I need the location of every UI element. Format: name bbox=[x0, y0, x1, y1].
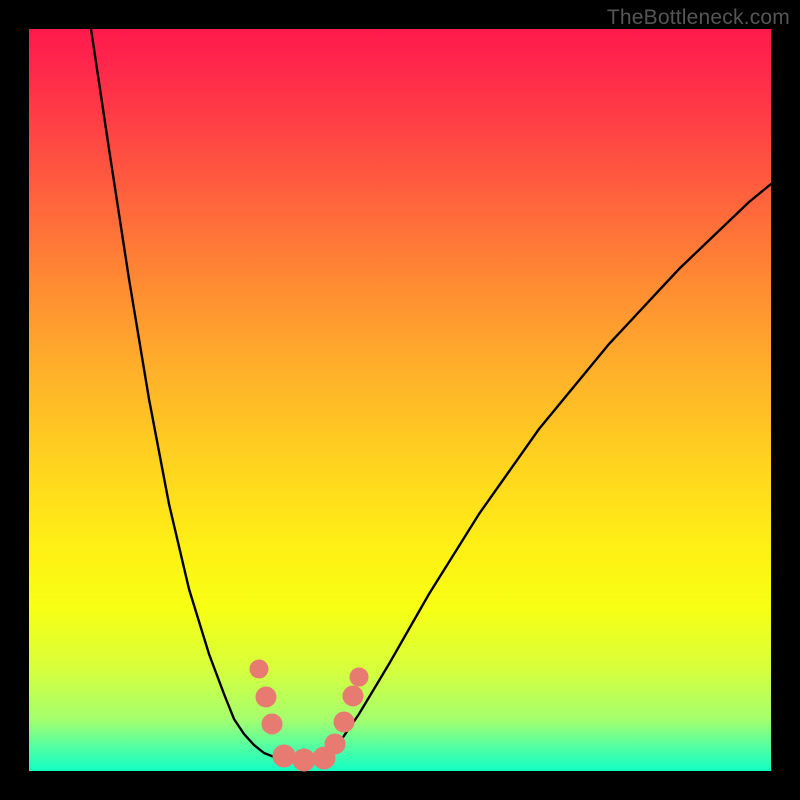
plot-area bbox=[29, 29, 771, 771]
curve-marker bbox=[273, 745, 295, 767]
curve-marker bbox=[350, 668, 368, 686]
curve-marker bbox=[334, 712, 354, 732]
curve-marker bbox=[256, 687, 276, 707]
watermark-text: TheBottleneck.com bbox=[607, 6, 790, 30]
curve-marker bbox=[262, 714, 282, 734]
curve-marker bbox=[343, 686, 363, 706]
curve-marker bbox=[250, 660, 268, 678]
bottleneck-curve bbox=[29, 29, 771, 771]
curve-marker bbox=[293, 749, 315, 771]
curve-path bbox=[91, 29, 771, 760]
curve-marker bbox=[325, 734, 345, 754]
